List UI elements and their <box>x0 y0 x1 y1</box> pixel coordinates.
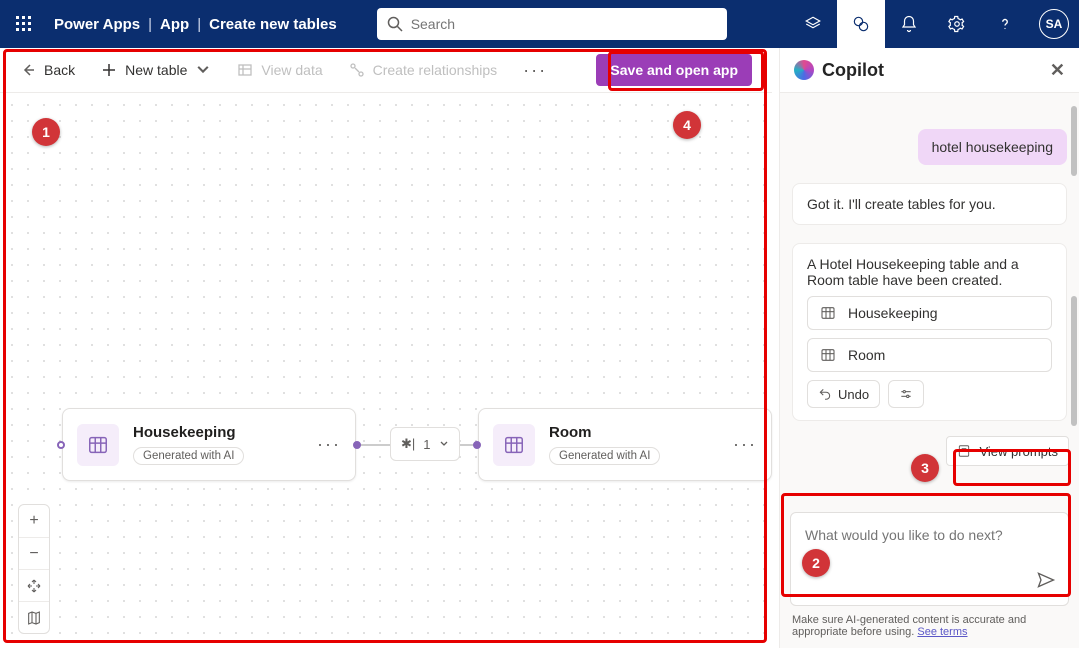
view-data-label: View data <box>261 62 322 78</box>
send-button[interactable] <box>1036 570 1056 595</box>
table-icon <box>493 424 535 466</box>
breadcrumb-separator: | <box>148 16 152 33</box>
copilot-table-link[interactable]: Housekeeping <box>807 296 1052 330</box>
table-card-title: Housekeeping <box>133 424 303 441</box>
ai-generated-chip: Generated with AI <box>549 447 660 465</box>
disclaimer-text: Make sure AI-generated content is accura… <box>792 614 1026 638</box>
top-nav: Power Apps | App | Create new tables SA <box>0 0 1079 48</box>
connection-port[interactable] <box>353 441 361 449</box>
back-label: Back <box>44 62 75 78</box>
copilot-message: Got it. I'll create tables for you. <box>792 183 1067 225</box>
chevron-down-icon <box>195 62 211 78</box>
workspace: Back New table View data Create relation… <box>0 48 772 648</box>
breadcrumb-item[interactable]: Create new tables <box>209 16 337 33</box>
copilot-message-card: A Hotel Housekeeping table and a Room ta… <box>792 243 1067 421</box>
connection-port[interactable] <box>57 441 65 449</box>
adjust-button[interactable] <box>888 380 924 408</box>
breadcrumb-item[interactable]: App <box>160 16 189 33</box>
copilot-toggle-icon[interactable] <box>837 0 885 48</box>
copilot-input[interactable] <box>805 527 1054 543</box>
table-card-menu-button[interactable]: ··· <box>733 434 757 455</box>
breadcrumb: Power Apps | App | Create new tables <box>48 16 337 33</box>
fit-to-screen-button[interactable] <box>19 569 49 601</box>
copilot-scrollbar[interactable] <box>1069 96 1077 452</box>
view-data-button[interactable]: View data <box>237 62 322 78</box>
copilot-disclaimer: Make sure AI-generated content is accura… <box>780 606 1079 648</box>
search-icon <box>387 16 403 32</box>
annotation-callout: 1 <box>32 118 60 146</box>
scrollbar-thumb[interactable] <box>1071 296 1077 426</box>
chevron-down-icon <box>439 439 449 449</box>
environment-icon[interactable] <box>789 0 837 48</box>
copilot-input-box[interactable] <box>790 512 1069 606</box>
table-card-housekeeping[interactable]: Housekeeping Generated with AI ··· <box>62 408 356 481</box>
copilot-title: Copilot <box>822 60 884 81</box>
search-box[interactable] <box>377 8 727 40</box>
undo-button[interactable]: Undo <box>807 380 880 408</box>
view-prompts-button[interactable]: View prompts <box>946 436 1069 466</box>
annotation-callout: 3 <box>911 454 939 482</box>
new-table-button[interactable]: New table <box>101 62 211 78</box>
connection-port[interactable] <box>473 441 481 449</box>
zoom-in-button[interactable]: + <box>19 505 49 537</box>
settings-icon[interactable] <box>933 0 981 48</box>
annotation-callout: 2 <box>802 549 830 577</box>
relationship-chip[interactable]: ✱| 1 <box>390 427 460 461</box>
save-and-open-app-button[interactable]: Save and open app <box>596 54 752 86</box>
table-card-menu-button[interactable]: ··· <box>317 434 341 455</box>
close-button[interactable]: ✕ <box>1050 60 1065 81</box>
table-card-title: Room <box>549 424 719 441</box>
zoom-out-button[interactable]: − <box>19 537 49 569</box>
see-terms-link[interactable]: See terms <box>917 626 967 638</box>
command-bar: Back New table View data Create relation… <box>0 48 772 93</box>
app-launcher-icon[interactable] <box>0 0 48 48</box>
ai-generated-chip: Generated with AI <box>133 447 244 465</box>
view-prompts-wrapper: View prompts <box>946 436 1069 466</box>
view-prompts-label: View prompts <box>979 444 1058 459</box>
undo-label: Undo <box>838 387 869 402</box>
back-button[interactable]: Back <box>20 62 75 78</box>
copilot-table-link-label: Housekeeping <box>848 305 938 321</box>
search-input[interactable] <box>411 16 717 32</box>
relationship-label: 1 <box>423 437 430 452</box>
user-avatar[interactable]: SA <box>1039 9 1069 39</box>
canvas-zoom-controls: + − <box>18 504 50 634</box>
help-icon[interactable] <box>981 0 1029 48</box>
new-table-label: New table <box>125 62 187 78</box>
copilot-table-link[interactable]: Room <box>807 338 1052 372</box>
erd-canvas[interactable]: Housekeeping Generated with AI ··· ✱| 1 … <box>0 93 772 648</box>
user-message: hotel housekeeping <box>918 129 1067 165</box>
scrollbar-thumb[interactable] <box>1071 106 1077 176</box>
notifications-icon[interactable] <box>885 0 933 48</box>
overflow-menu-button[interactable]: ··· <box>523 60 547 81</box>
prompts-icon <box>957 444 971 458</box>
copilot-table-link-label: Room <box>848 347 885 363</box>
table-card-room[interactable]: Room Generated with AI ··· <box>478 408 772 481</box>
breadcrumb-separator: | <box>197 16 201 33</box>
minimap-button[interactable] <box>19 601 49 633</box>
relationship-type-icon: ✱| <box>401 436 415 452</box>
create-relationships-button[interactable]: Create relationships <box>349 62 498 78</box>
copilot-header: Copilot ✕ <box>780 48 1079 93</box>
breadcrumb-app-name[interactable]: Power Apps <box>54 16 140 33</box>
create-rel-label: Create relationships <box>373 62 498 78</box>
copilot-logo-icon <box>794 60 814 80</box>
copilot-message-text: A Hotel Housekeeping table and a Room ta… <box>807 256 1052 288</box>
table-icon <box>77 424 119 466</box>
annotation-callout: 4 <box>673 111 701 139</box>
